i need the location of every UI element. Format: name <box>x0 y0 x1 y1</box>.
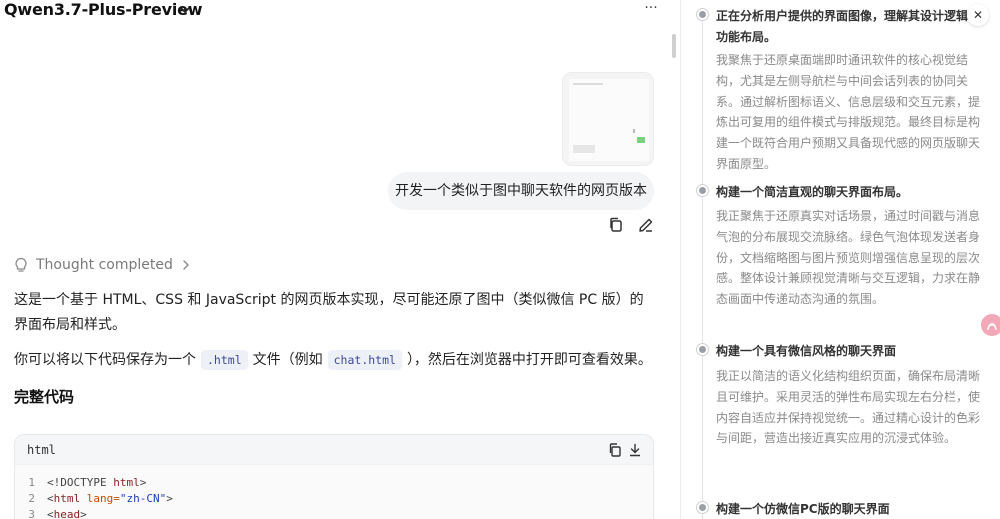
inline-code: chat.html <box>327 350 402 370</box>
model-selector[interactable]: Qwen3.7-Plus-Preview <box>4 0 203 19</box>
download-icon[interactable] <box>627 442 643 458</box>
thumbnail-detail <box>573 145 595 153</box>
code-token: <!DOCTYPE <box>47 476 114 489</box>
line-number: 3 <box>28 508 35 519</box>
reply-text: 你可以将以下代码保存为一个 <box>14 352 196 368</box>
step-body: 我正聚焦于还原真实对话场景，通过时间戳与消息气泡的分布展现交流脉络。绿色气泡体现… <box>716 209 981 307</box>
thinking-step: 构建一个简洁直观的聊天界面布局。 我正聚焦于还原真实对话场景，通过时间戳与消息气… <box>697 182 997 332</box>
code-lines: 1 <!DOCTYPE html> 2 <html lang="zh-CN"> … <box>15 475 653 519</box>
step-marker <box>697 502 708 513</box>
reply-text: ），然后在浏览器中打开即可查看效果。 <box>406 352 652 368</box>
step-title: 正在分析用户提供的界面图像，理解其设计逻辑与功能布局。 <box>716 9 981 44</box>
uploaded-image-thumbnail[interactable] <box>562 72 654 166</box>
thinking-step: 构建一个具有微信风格的聊天界面 我正以简洁的语义化结构组织页面，确保布局清晰且可… <box>697 341 997 491</box>
step-marker <box>697 9 708 20</box>
code-block-header: html <box>15 435 653 465</box>
code-token: > <box>80 508 87 519</box>
code-token: html <box>113 476 140 489</box>
copy-icon[interactable] <box>607 442 623 458</box>
code-token: < <box>47 492 54 505</box>
step-body: 我正以简洁的语义化结构组织页面，确保布局清晰且可维护。采用灵活的弹性布局实现左右… <box>716 369 981 446</box>
thinking-step: 构建一个仿微信PC版的聊天界面 <box>697 499 997 519</box>
chevron-down-icon[interactable] <box>178 3 192 17</box>
thumbnail-detail <box>573 83 603 85</box>
step-marker <box>697 185 708 196</box>
code-token: < <box>47 508 54 519</box>
inline-code: .html <box>201 350 248 370</box>
thumbnail-detail <box>637 137 645 143</box>
assistant-avatar-icon[interactable] <box>981 314 1000 336</box>
code-token: lang= <box>80 492 120 505</box>
thinking-step: 正在分析用户提供的界面图像，理解其设计逻辑与功能布局。 我聚焦于还原桌面端即时通… <box>697 6 997 176</box>
thought-toggle[interactable]: Thought completed <box>14 255 191 275</box>
chat-header: Qwen3.7-Plus-Preview ··· <box>0 0 670 24</box>
thought-label: Thought completed <box>36 257 173 273</box>
reply-text: 文件（例如 <box>252 352 323 368</box>
thumbnail-detail <box>633 129 635 133</box>
code-language-label: html <box>27 443 56 457</box>
code-line: 3 <head> <box>15 507 653 519</box>
section-heading: 完整代码 <box>14 388 75 406</box>
chat-pane: Qwen3.7-Plus-Preview ··· 开发一个类似于图中聊天软件的网… <box>0 0 680 519</box>
copy-icon[interactable] <box>607 216 625 234</box>
avatar-glyph-icon <box>987 322 997 330</box>
step-title: 构建一个具有微信风格的聊天界面 <box>716 344 897 358</box>
chevron-right-icon <box>183 260 189 270</box>
scrollbar-thumb[interactable] <box>672 34 676 58</box>
user-message-bubble: 开发一个类似于图中聊天软件的网页版本 <box>388 172 654 210</box>
code-line: 1 <!DOCTYPE html> <box>15 475 653 491</box>
edit-icon[interactable] <box>637 216 655 234</box>
step-marker <box>697 344 708 355</box>
close-panel-button[interactable]: ✕ <box>967 4 989 26</box>
code-token: html <box>53 492 81 505</box>
reply-paragraph: 你可以将以下代码保存为一个 .html 文件（例如 chat.html ），然后在浏览器… <box>14 348 654 372</box>
step-title: 构建一个简洁直观的聊天界面布局。 <box>716 185 909 199</box>
reply-paragraph: 这是一个基于 HTML、CSS 和 JavaScript 的网页版本实现，尽可能… <box>14 292 644 333</box>
more-options-button[interactable]: ··· <box>642 1 660 18</box>
lightbulb-icon <box>15 257 27 272</box>
code-line: 2 <html lang="zh-CN"> <box>15 491 653 507</box>
thinking-panel: 正在分析用户提供的界面图像，理解其设计逻辑与功能布局。 我聚焦于还原桌面端即时通… <box>681 0 1000 519</box>
code-token: "zh-CN" <box>119 492 167 505</box>
line-number: 2 <box>28 492 35 505</box>
code-token: > <box>139 476 147 489</box>
step-title: 构建一个仿微信PC版的聊天界面 <box>716 502 890 516</box>
code-block: html 1 <!DOCTYPE html> 2 <html lang="zh-… <box>14 434 654 519</box>
code-token: > <box>166 492 173 505</box>
step-body: 我聚焦于还原桌面端即时通讯软件的核心视觉结构，尤其是左侧导航栏与中间会话列表的协… <box>716 53 981 171</box>
line-number: 1 <box>28 476 35 489</box>
code-token: head <box>53 508 81 519</box>
